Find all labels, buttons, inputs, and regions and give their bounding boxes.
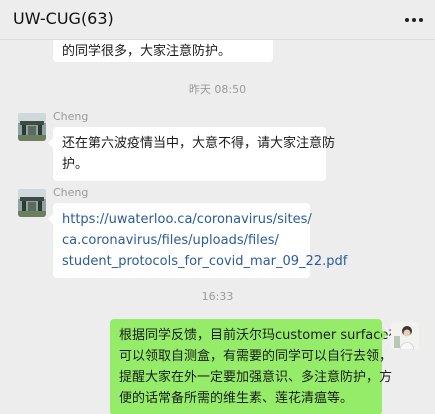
chat-header: UW-CUG(63) [0, 0, 435, 40]
message-text: 护。 [62, 157, 89, 172]
message-text: 提醒大家在外一定要加强意识、多注意防护，方 [119, 370, 393, 385]
my-avatar[interactable] [391, 322, 419, 350]
sender-name: Cheng [53, 110, 89, 123]
message-text: 可以领取自测盒，有需要的同学可以自行去领， [119, 349, 393, 364]
avatar[interactable] [18, 189, 46, 217]
link-text[interactable]: https://uwaterloo.ca/coronavirus/sites/ [62, 209, 312, 230]
message-text: 还在第六波疫情当中，大意不得，请大家注意防 [62, 136, 336, 151]
link-text[interactable]: student_protocols_for_covid_mar_09_22.pd… [62, 251, 347, 272]
message-bubble[interactable]: 还在第六波疫情当中，大意不得，请大家注意防 护。 [48, 127, 336, 181]
link-text[interactable]: ca.coronavirus/files/uploads/files/ [62, 230, 301, 251]
chat-title: UW-CUG(63) [13, 9, 114, 28]
timestamp: 16:33 [201, 290, 234, 303]
avatar[interactable] [18, 113, 46, 141]
previous-message-text: 的同学很多，大家注意防护。 [62, 44, 232, 59]
timestamp: 昨天 08:50 [188, 83, 247, 96]
my-message-bubble[interactable]: 根据同学反馈，目前沃尔玛customer surface有 可以领取自测盒，有需… [110, 319, 402, 414]
link-message-bubble[interactable]: https://uwaterloo.ca/coronavirus/sites/ … [48, 203, 347, 278]
sender-name: Cheng [53, 186, 89, 199]
message-text: 便的话常备所需的维生素、莲花清瘟等。 [119, 391, 354, 406]
message-text: 根据同学反馈，目前沃尔玛customer surface有 [119, 328, 402, 343]
more-dots-icon[interactable] [405, 18, 423, 22]
